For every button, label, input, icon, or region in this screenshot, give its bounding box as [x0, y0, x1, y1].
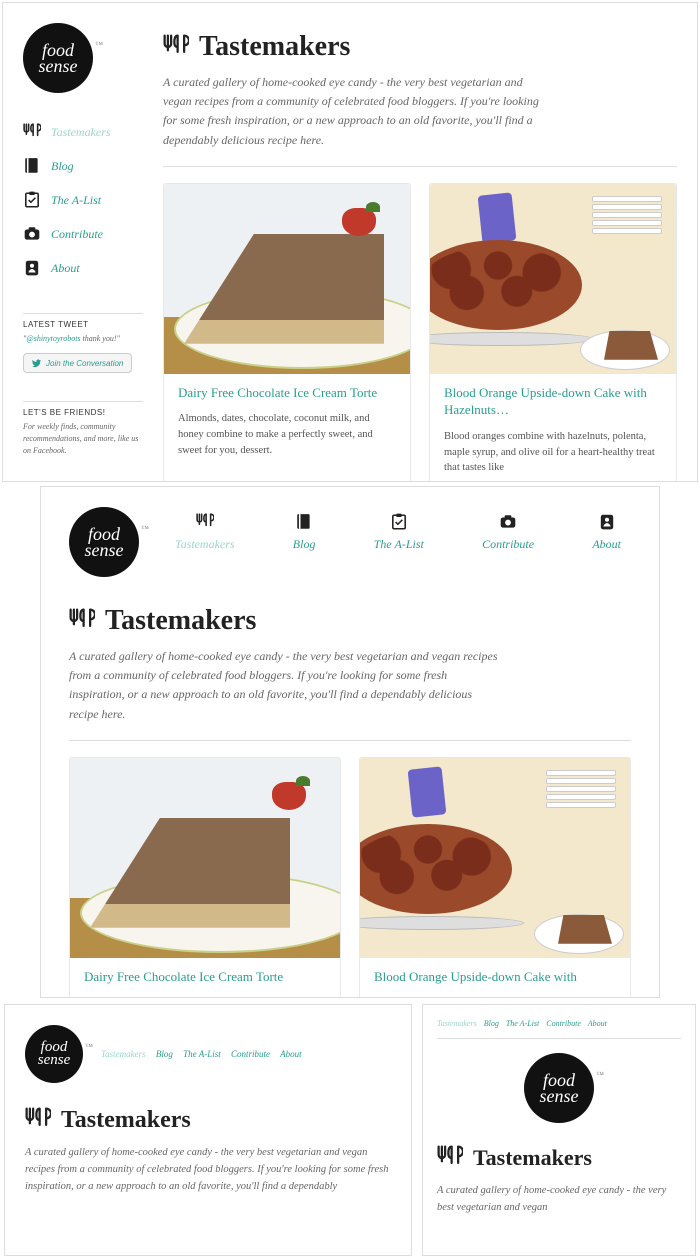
nav-item-alist[interactable]: The A-List: [23, 183, 143, 217]
brand-logo[interactable]: food sense: [23, 23, 93, 93]
layout-small-wide: food sense Tastemakers Blog The A-List C…: [4, 1004, 412, 1256]
main-content: Tastemakers A curated gallery of home-co…: [163, 23, 677, 482]
nav-label: About: [51, 261, 80, 276]
nav-item-about[interactable]: About: [280, 1049, 302, 1059]
main-nav: Tastemakers Blog The A-List Contribute A…: [101, 1049, 310, 1059]
address-icon: [23, 259, 41, 277]
nav-item-blog[interactable]: Blog: [23, 149, 143, 183]
friends-header: LET'S BE FRIENDS!: [23, 401, 143, 417]
nav-item-contribute[interactable]: Contribute: [23, 217, 143, 251]
nav-label: Blog: [51, 159, 74, 174]
page-intro: A curated gallery of home-cooked eye can…: [163, 73, 553, 150]
nav-item-blog[interactable]: Blog: [156, 1049, 173, 1059]
recipe-cards: Dairy Free Chocolate Ice Cream Torte Alm…: [163, 183, 677, 482]
recipe-desc: Blood oranges combine with hazelnuts, po…: [444, 429, 662, 476]
page-intro: A curated gallery of home-cooked eye can…: [25, 1145, 391, 1195]
recipe-image-bloodorange: [360, 758, 630, 958]
layout-mobile: Tastemakers Blog The A-List Contribute A…: [422, 1004, 696, 1256]
sidebar: food sense Tastemakers Blog The A-List C…: [23, 23, 143, 482]
tweet-text: "@shinytoyrobots thank you!": [23, 333, 143, 345]
layout-tablet: food sense Tastemakers Blog The A-List C…: [40, 486, 660, 998]
nav-item-blog[interactable]: Blog: [293, 513, 316, 552]
nav-item-blog[interactable]: Blog: [484, 1019, 499, 1028]
nav-label: Tastemakers: [51, 125, 111, 140]
latest-tweet-block: LATEST TWEET "@shinytoyrobots thank you!…: [23, 313, 143, 373]
nav-item-alist[interactable]: The A-List: [506, 1019, 539, 1028]
friends-block: LET'S BE FRIENDS! For weekly finds, comm…: [23, 401, 143, 457]
nav-item-contribute[interactable]: Contribute: [546, 1019, 581, 1028]
camera-icon: [23, 225, 41, 243]
recipe-title[interactable]: Blood Orange Upside-down Cake with Hazel…: [444, 384, 662, 419]
page-intro: A curated gallery of home-cooked eye can…: [69, 647, 499, 724]
nav-item-tastemakers[interactable]: Tastemakers: [437, 1019, 477, 1028]
divider: [69, 740, 631, 741]
nav-item-about[interactable]: About: [592, 513, 621, 552]
utensils-icon: [437, 1143, 463, 1173]
page-title: Tastemakers: [163, 31, 677, 63]
brand-logo[interactable]: food sense: [69, 507, 139, 577]
join-conversation-button[interactable]: Join the Conversation: [23, 353, 132, 373]
nav-item-contribute[interactable]: Contribute: [231, 1049, 270, 1059]
recipe-card[interactable]: Dairy Free Chocolate Ice Cream Torte: [69, 757, 341, 998]
recipe-image-torte: [164, 184, 410, 374]
layout-desktop: food sense Tastemakers Blog The A-List C…: [2, 2, 698, 482]
book-icon: [23, 157, 41, 175]
nav-item-tastemakers[interactable]: Tastemakers: [101, 1049, 146, 1059]
utensils-icon: [163, 32, 189, 62]
book-icon: [295, 513, 313, 531]
recipe-title[interactable]: Dairy Free Chocolate Ice Cream Torte: [178, 384, 396, 402]
main-nav: Tastemakers Blog The A-List Contribute A…: [437, 1019, 681, 1039]
nav-item-alist[interactable]: The A-List: [183, 1049, 221, 1059]
utensils-icon: [196, 513, 214, 531]
utensils-icon: [69, 606, 95, 636]
nav-label: About: [592, 537, 621, 552]
page-title: Tastemakers: [25, 1105, 391, 1135]
bird-icon: [32, 358, 42, 368]
page-title: Tastemakers: [69, 605, 631, 637]
main-nav: Tastemakers Blog The A-List Contribute A…: [23, 115, 143, 285]
tweet-header: LATEST TWEET: [23, 313, 143, 329]
recipe-title[interactable]: Dairy Free Chocolate Ice Cream Torte: [84, 968, 326, 986]
nav-item-tastemakers[interactable]: Tastemakers: [175, 513, 235, 552]
nav-label: Tastemakers: [175, 537, 235, 552]
main-nav: Tastemakers Blog The A-List Contribute A…: [165, 513, 631, 552]
nav-item-about[interactable]: About: [23, 251, 143, 285]
recipe-desc: Almonds, dates, chocolate, coconut milk,…: [178, 411, 396, 458]
recipe-card[interactable]: Dairy Free Chocolate Ice Cream Torte Alm…: [163, 183, 411, 482]
camera-icon: [499, 513, 517, 531]
nav-item-contribute[interactable]: Contribute: [482, 513, 534, 552]
nav-label: Blog: [293, 537, 316, 552]
nav-label: Contribute: [482, 537, 534, 552]
recipe-card[interactable]: Blood Orange Upside-down Cake with: [359, 757, 631, 998]
brand-logo[interactable]: food sense: [25, 1025, 83, 1083]
utensils-icon: [23, 123, 41, 141]
nav-label: The A-List: [51, 193, 101, 208]
page-title: Tastemakers: [437, 1143, 681, 1173]
divider: [163, 166, 677, 167]
friends-text: For weekly finds, community recommendati…: [23, 421, 143, 457]
recipe-image-bloodorange: [430, 184, 676, 374]
nav-label: Contribute: [51, 227, 103, 242]
tweet-handle[interactable]: @shinytoyrobots: [26, 334, 80, 343]
page-intro: A curated gallery of home-cooked eye can…: [437, 1183, 681, 1217]
recipe-cards: Dairy Free Chocolate Ice Cream Torte Blo…: [69, 757, 631, 998]
address-icon: [598, 513, 616, 531]
brand-logo[interactable]: food sense: [524, 1053, 594, 1123]
utensils-icon: [25, 1105, 51, 1135]
clipboard-icon: [390, 513, 408, 531]
nav-item-tastemakers[interactable]: Tastemakers: [23, 115, 143, 149]
nav-item-alist[interactable]: The A-List: [374, 513, 424, 552]
nav-label: The A-List: [374, 537, 424, 552]
recipe-card[interactable]: Blood Orange Upside-down Cake with Hazel…: [429, 183, 677, 482]
recipe-title[interactable]: Blood Orange Upside-down Cake with: [374, 968, 616, 986]
recipe-image-torte: [70, 758, 340, 958]
clipboard-icon: [23, 191, 41, 209]
nav-item-about[interactable]: About: [588, 1019, 607, 1028]
